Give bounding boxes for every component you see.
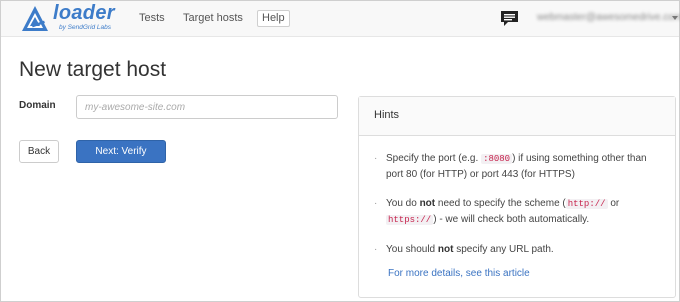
hint-emphasis: not <box>419 198 436 209</box>
hint-text: ) - we will check both automatically. <box>433 214 590 225</box>
hint-text: specify any URL path. <box>453 244 554 255</box>
bullet: · <box>374 153 378 164</box>
hint-emphasis: not <box>437 244 454 255</box>
navbar: loader by SendGrid Labs Tests Target hos… <box>1 1 680 37</box>
bullet: · <box>374 244 378 255</box>
caret-down-icon[interactable] <box>672 16 678 20</box>
user-menu[interactable]: webmaster@awesomedrive.com <box>537 12 680 23</box>
domain-label: Domain <box>19 100 56 111</box>
hint-code: https:// <box>386 215 434 225</box>
domain-input[interactable] <box>76 95 338 119</box>
hint-item: · You should not specify any URL path. <box>374 242 661 257</box>
hint-item: · Specify the port (e.g. :8080) if using… <box>374 151 661 182</box>
hint-text: You should <box>386 244 438 255</box>
hint-text: or <box>607 198 620 209</box>
hint-item: · You do not need to specify the scheme … <box>374 196 661 228</box>
next-verify-button[interactable]: Next: Verify <box>76 140 166 163</box>
brand[interactable]: loader by SendGrid Labs <box>21 2 121 34</box>
back-button[interactable]: Back <box>19 140 59 163</box>
hints-title: Hints <box>359 97 675 136</box>
loader-logo-icon <box>22 6 48 31</box>
hints-list: · Specify the port (e.g. :8080) if using… <box>359 136 675 257</box>
hint-text: You do <box>386 198 420 209</box>
bullet: · <box>374 198 378 209</box>
app-window: loader by SendGrid Labs Tests Target hos… <box>0 0 680 302</box>
nav-help-button[interactable]: Help <box>257 10 290 27</box>
hint-text: Specify the port (e.g. <box>386 153 482 164</box>
brand-subtitle: by SendGrid Labs <box>59 24 112 31</box>
nav-tests[interactable]: Tests <box>139 12 165 24</box>
hint-code: http:// <box>565 199 608 209</box>
hint-code: :8080 <box>481 154 513 164</box>
chat-icon[interactable] <box>500 10 519 27</box>
brand-name: loader <box>53 2 115 24</box>
more-details-link[interactable]: For more details, see this article <box>388 268 530 279</box>
page-title: New target host <box>19 58 167 81</box>
nav-target-hosts[interactable]: Target hosts <box>183 12 243 24</box>
hint-text: need to specify the scheme ( <box>435 198 566 209</box>
hints-panel: Hints · Specify the port (e.g. :8080) if… <box>358 96 676 298</box>
